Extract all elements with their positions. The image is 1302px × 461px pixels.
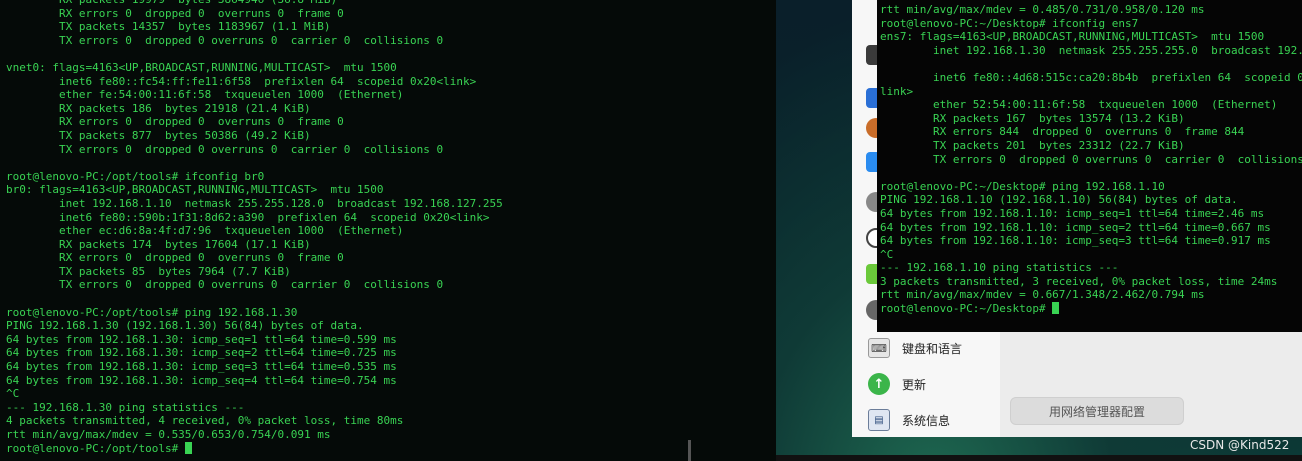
right-terminal-line: inet 192.168.1.30 netmask 255.255.255.0 …: [932, 43, 1302, 57]
left-terminal-output: RX packets 19979 bytes 3864946 (36.8 MiB…: [6, 0, 503, 455]
sidebar-item-update[interactable]: ↑ 更新: [868, 370, 998, 398]
right-terminal-line: 3 packets transmitted, 3 received, 0% pa…: [880, 274, 1278, 288]
left-terminal-line: 64 bytes from 192.168.1.30: icmp_seq=2 t…: [6, 346, 397, 360]
right-terminal-line: --- 192.168.1.10 ping statistics ---: [880, 261, 1119, 275]
right-terminal-output: rtt min/avg/max/mdev = 0.485/0.731/0.958…: [880, 3, 1302, 316]
taskbar: [776, 455, 1302, 461]
right-terminal-line: 64 bytes from 192.168.1.10: icmp_seq=2 t…: [880, 220, 1271, 234]
right-terminal-window[interactable]: rtt min/avg/max/mdev = 0.485/0.731/0.958…: [877, 0, 1302, 332]
right-terminal-line: ether 52:54:00:11:6f:58 txqueuelen 1000 …: [932, 98, 1278, 112]
keyboard-icon: ⌨: [868, 338, 890, 358]
left-terminal-line: 64 bytes from 192.168.1.30: icmp_seq=1 t…: [6, 332, 397, 346]
right-terminal-line: rtt min/avg/max/mdev = 0.485/0.731/0.958…: [880, 3, 1205, 16]
left-terminal-line: RX packets 174 bytes 17604 (17.1 KiB): [58, 237, 311, 251]
left-terminal-line: TX errors 0 dropped 0 overruns 0 carrier…: [58, 142, 444, 156]
right-terminal-line: PING 192.168.1.10 (192.168.1.10) 56(84) …: [880, 193, 1238, 207]
right-terminal-line: root@lenovo-PC:~/Desktop# ping 192.168.1…: [880, 179, 1165, 193]
left-terminal-cursor: [184, 441, 192, 454]
left-terminal-line: root@lenovo-PC:/opt/tools# ifconfig br0: [6, 169, 265, 183]
right-terminal-line: ens7: flags=4163<UP,BROADCAST,RUNNING,MU…: [880, 30, 1265, 44]
left-terminal-line: 4 packets transmitted, 4 received, 0% pa…: [6, 414, 404, 428]
left-terminal-scrollbar[interactable]: [688, 440, 691, 461]
left-terminal-line: TX errors 0 dropped 0 overruns 0 carrier…: [58, 33, 444, 47]
right-terminal-line: TX errors 0 dropped 0 overruns 0 carrier…: [932, 152, 1302, 166]
sidebar-item-system-info[interactable]: ▤ 系统信息: [868, 406, 998, 434]
sidebar-item-label: 系统信息: [902, 413, 951, 428]
right-terminal-line: 64 bytes from 192.168.1.10: icmp_seq=3 t…: [880, 234, 1271, 248]
left-terminal-line: RX packets 186 bytes 21918 (21.4 KiB): [58, 101, 311, 115]
right-terminal-prompt: root@lenovo-PC:~/Desktop#: [880, 302, 1053, 316]
sidebar-item-label: 键盘和语言: [902, 341, 963, 356]
right-terminal-line: inet6 fe80::4d68:515c:ca20:8b4b prefixle…: [932, 70, 1302, 84]
right-terminal-line: RX errors 844 dropped 0 overruns 0 frame…: [932, 125, 1245, 139]
left-terminal-prompt: root@lenovo-PC:/opt/tools#: [6, 441, 185, 455]
network-manager-config-button[interactable]: 用网络管理器配置: [1010, 397, 1184, 425]
left-terminal-line: inet 192.168.1.10 netmask 255.255.128.0 …: [58, 196, 503, 210]
sidebar-item-keyboard-language[interactable]: ⌨ 键盘和语言: [868, 334, 998, 362]
left-terminal-line: PING 192.168.1.30 (192.168.1.30) 56(84) …: [6, 319, 364, 333]
right-terminal-line: RX packets 167 bytes 13574 (13.2 KiB): [932, 111, 1185, 125]
left-terminal-line: ether fe:54:00:11:6f:58 txqueuelen 1000 …: [58, 88, 404, 102]
watermark: CSDN @Kind522: [1190, 438, 1290, 452]
left-terminal-line: TX packets 85 bytes 7964 (7.7 KiB): [58, 264, 291, 278]
left-terminal-line: ether ec:d6:8a:4f:d7:96 txqueuelen 1000 …: [58, 224, 404, 238]
right-terminal-line: ^C: [880, 247, 894, 261]
left-terminal-line: vnet0: flags=4163<UP,BROADCAST,RUNNING,M…: [6, 60, 397, 74]
left-terminal-line: root@lenovo-PC:/opt/tools# ping 192.168.…: [6, 305, 298, 319]
left-terminal-line: ^C: [6, 387, 20, 401]
right-terminal-line: root@lenovo-PC:~/Desktop# ifconfig ens7: [880, 16, 1139, 30]
left-terminal-line: TX errors 0 dropped 0 overruns 0 carrier…: [58, 278, 444, 292]
left-terminal-line: RX errors 0 dropped 0 overruns 0 frame 0: [58, 115, 344, 129]
right-terminal-line: link>: [880, 84, 914, 98]
sidebar-item-label: 更新: [902, 377, 927, 392]
left-terminal-line: --- 192.168.1.30 ping statistics ---: [6, 400, 245, 414]
update-icon: ↑: [868, 373, 890, 395]
left-terminal-line: TX packets 14357 bytes 1183967 (1.1 MiB): [58, 20, 331, 34]
left-terminal-window[interactable]: RX packets 19979 bytes 3864946 (36.8 MiB…: [0, 0, 776, 461]
right-terminal-line: TX packets 201 bytes 23312 (22.7 KiB): [932, 138, 1185, 152]
right-terminal-line: rtt min/avg/max/mdev = 0.667/1.348/2.462…: [880, 288, 1205, 302]
right-terminal-cursor: [1052, 302, 1060, 315]
left-terminal-line: RX packets 19979 bytes 3864946 (36.8 MiB…: [6, 0, 337, 6]
left-terminal-line: 64 bytes from 192.168.1.30: icmp_seq=3 t…: [6, 360, 397, 374]
left-terminal-line: inet6 fe80::590b:1f31:8d62:a390 prefixle…: [58, 210, 490, 224]
left-terminal-line: RX errors 0 dropped 0 overruns 0 frame 0: [58, 6, 344, 20]
right-terminal-line: 64 bytes from 192.168.1.10: icmp_seq=1 t…: [880, 206, 1265, 220]
system-info-icon: ▤: [868, 409, 890, 431]
left-terminal-line: inet6 fe80::fc54:ff:fe11:6f58 prefixlen …: [58, 74, 477, 88]
left-terminal-line: RX errors 0 dropped 0 overruns 0 frame 0: [58, 251, 344, 265]
left-terminal-line: rtt min/avg/max/mdev = 0.535/0.653/0.754…: [6, 428, 331, 441]
left-terminal-line: br0: flags=4163<UP,BROADCAST,RUNNING,MUL…: [6, 183, 384, 197]
left-terminal-line: 64 bytes from 192.168.1.30: icmp_seq=4 t…: [6, 373, 397, 387]
left-terminal-line: TX packets 877 bytes 50386 (49.2 KiB): [58, 128, 311, 142]
